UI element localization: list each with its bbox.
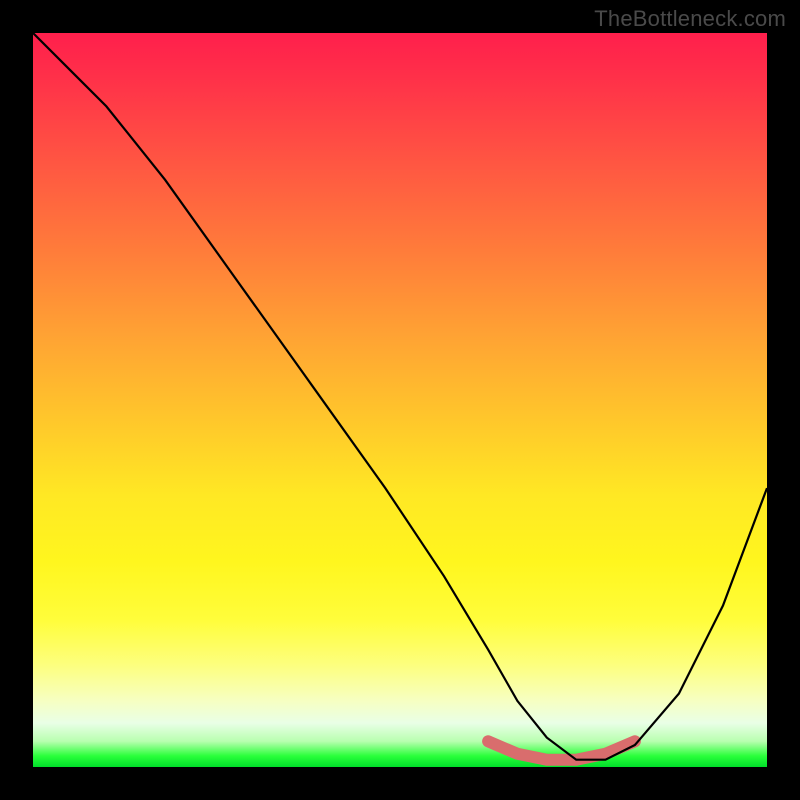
curve-svg	[33, 33, 767, 767]
main-curve-line	[33, 33, 767, 760]
watermark-text: TheBottleneck.com	[594, 6, 786, 32]
plot-area	[33, 33, 767, 767]
chart-container: TheBottleneck.com	[0, 0, 800, 800]
